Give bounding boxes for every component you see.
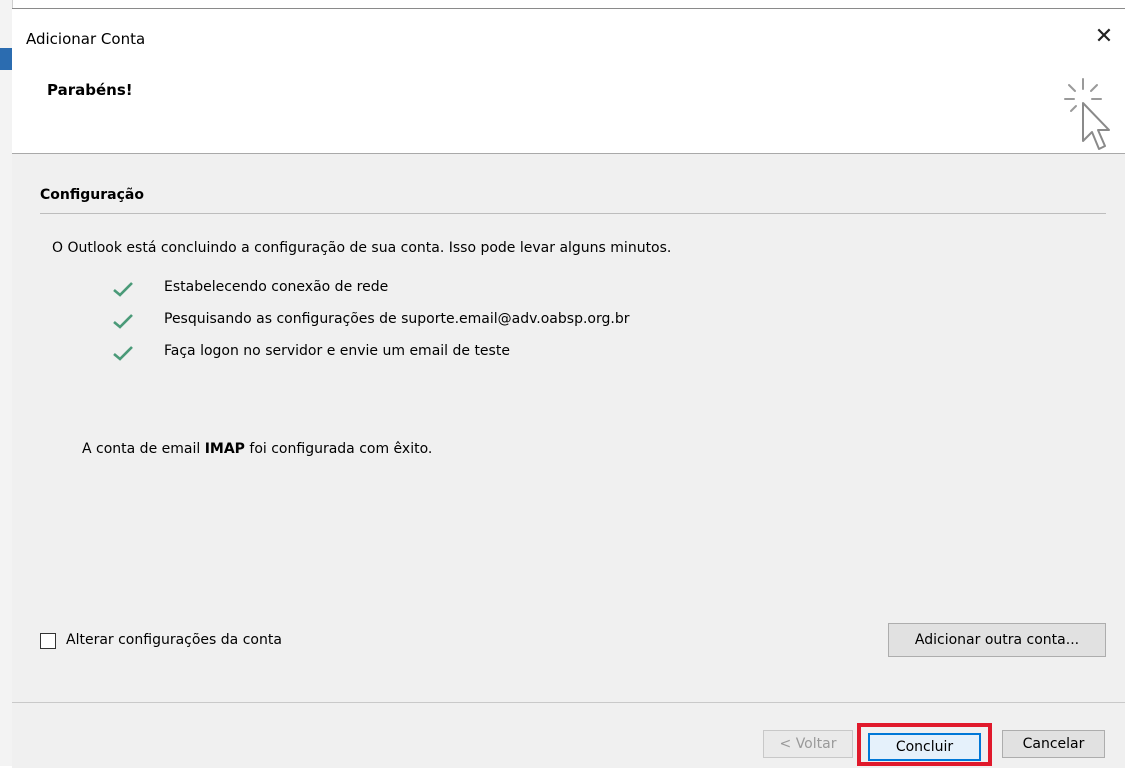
checkmark-icon [113, 346, 133, 361]
section-title: Configuração [40, 187, 144, 203]
cancel-button[interactable]: Cancelar [1002, 730, 1105, 758]
success-account-type: IMAP [204, 441, 245, 457]
checkmark-icon [113, 282, 133, 297]
content-panel: Configuração O Outlook está concluindo a… [12, 154, 1125, 702]
click-cursor-icon [1064, 78, 1110, 150]
finish-highlight-box: Concluir [857, 723, 992, 766]
close-icon[interactable]: ✕ [1089, 23, 1119, 51]
title-bar: Adicionar Conta ✕ [12, 9, 1125, 57]
section-divider [40, 213, 1106, 214]
change-settings-checkbox[interactable] [40, 633, 56, 649]
step-label: Faça logon no servidor e envie um email … [164, 343, 510, 359]
window-title: Adicionar Conta [26, 30, 146, 48]
success-prefix: A conta de email [82, 441, 205, 457]
success-message: A conta de email IMAP foi configurada co… [82, 441, 432, 457]
page-title: Parabéns! [47, 81, 133, 99]
header-panel: Parabéns! [12, 57, 1125, 154]
success-suffix: foi configurada com êxito. [244, 441, 433, 457]
step-label: Estabelecendo conexão de rede [164, 279, 389, 295]
background-app-accent [0, 48, 12, 70]
checkmark-icon [113, 314, 133, 329]
change-settings-label[interactable]: Alterar configurações da conta [66, 632, 282, 648]
back-button[interactable]: < Voltar [763, 730, 853, 758]
footer-bar: < Voltar Concluir Cancelar [12, 702, 1125, 768]
add-another-account-button[interactable]: Adicionar outra conta... [888, 623, 1106, 657]
add-account-dialog: Adicionar Conta ✕ Parabéns! Configuração… [12, 8, 1125, 768]
intro-text: O Outlook está concluindo a configuração… [52, 240, 672, 256]
step-label: Pesquisando as configurações de suporte.… [164, 311, 630, 327]
finish-button[interactable]: Concluir [868, 733, 981, 761]
